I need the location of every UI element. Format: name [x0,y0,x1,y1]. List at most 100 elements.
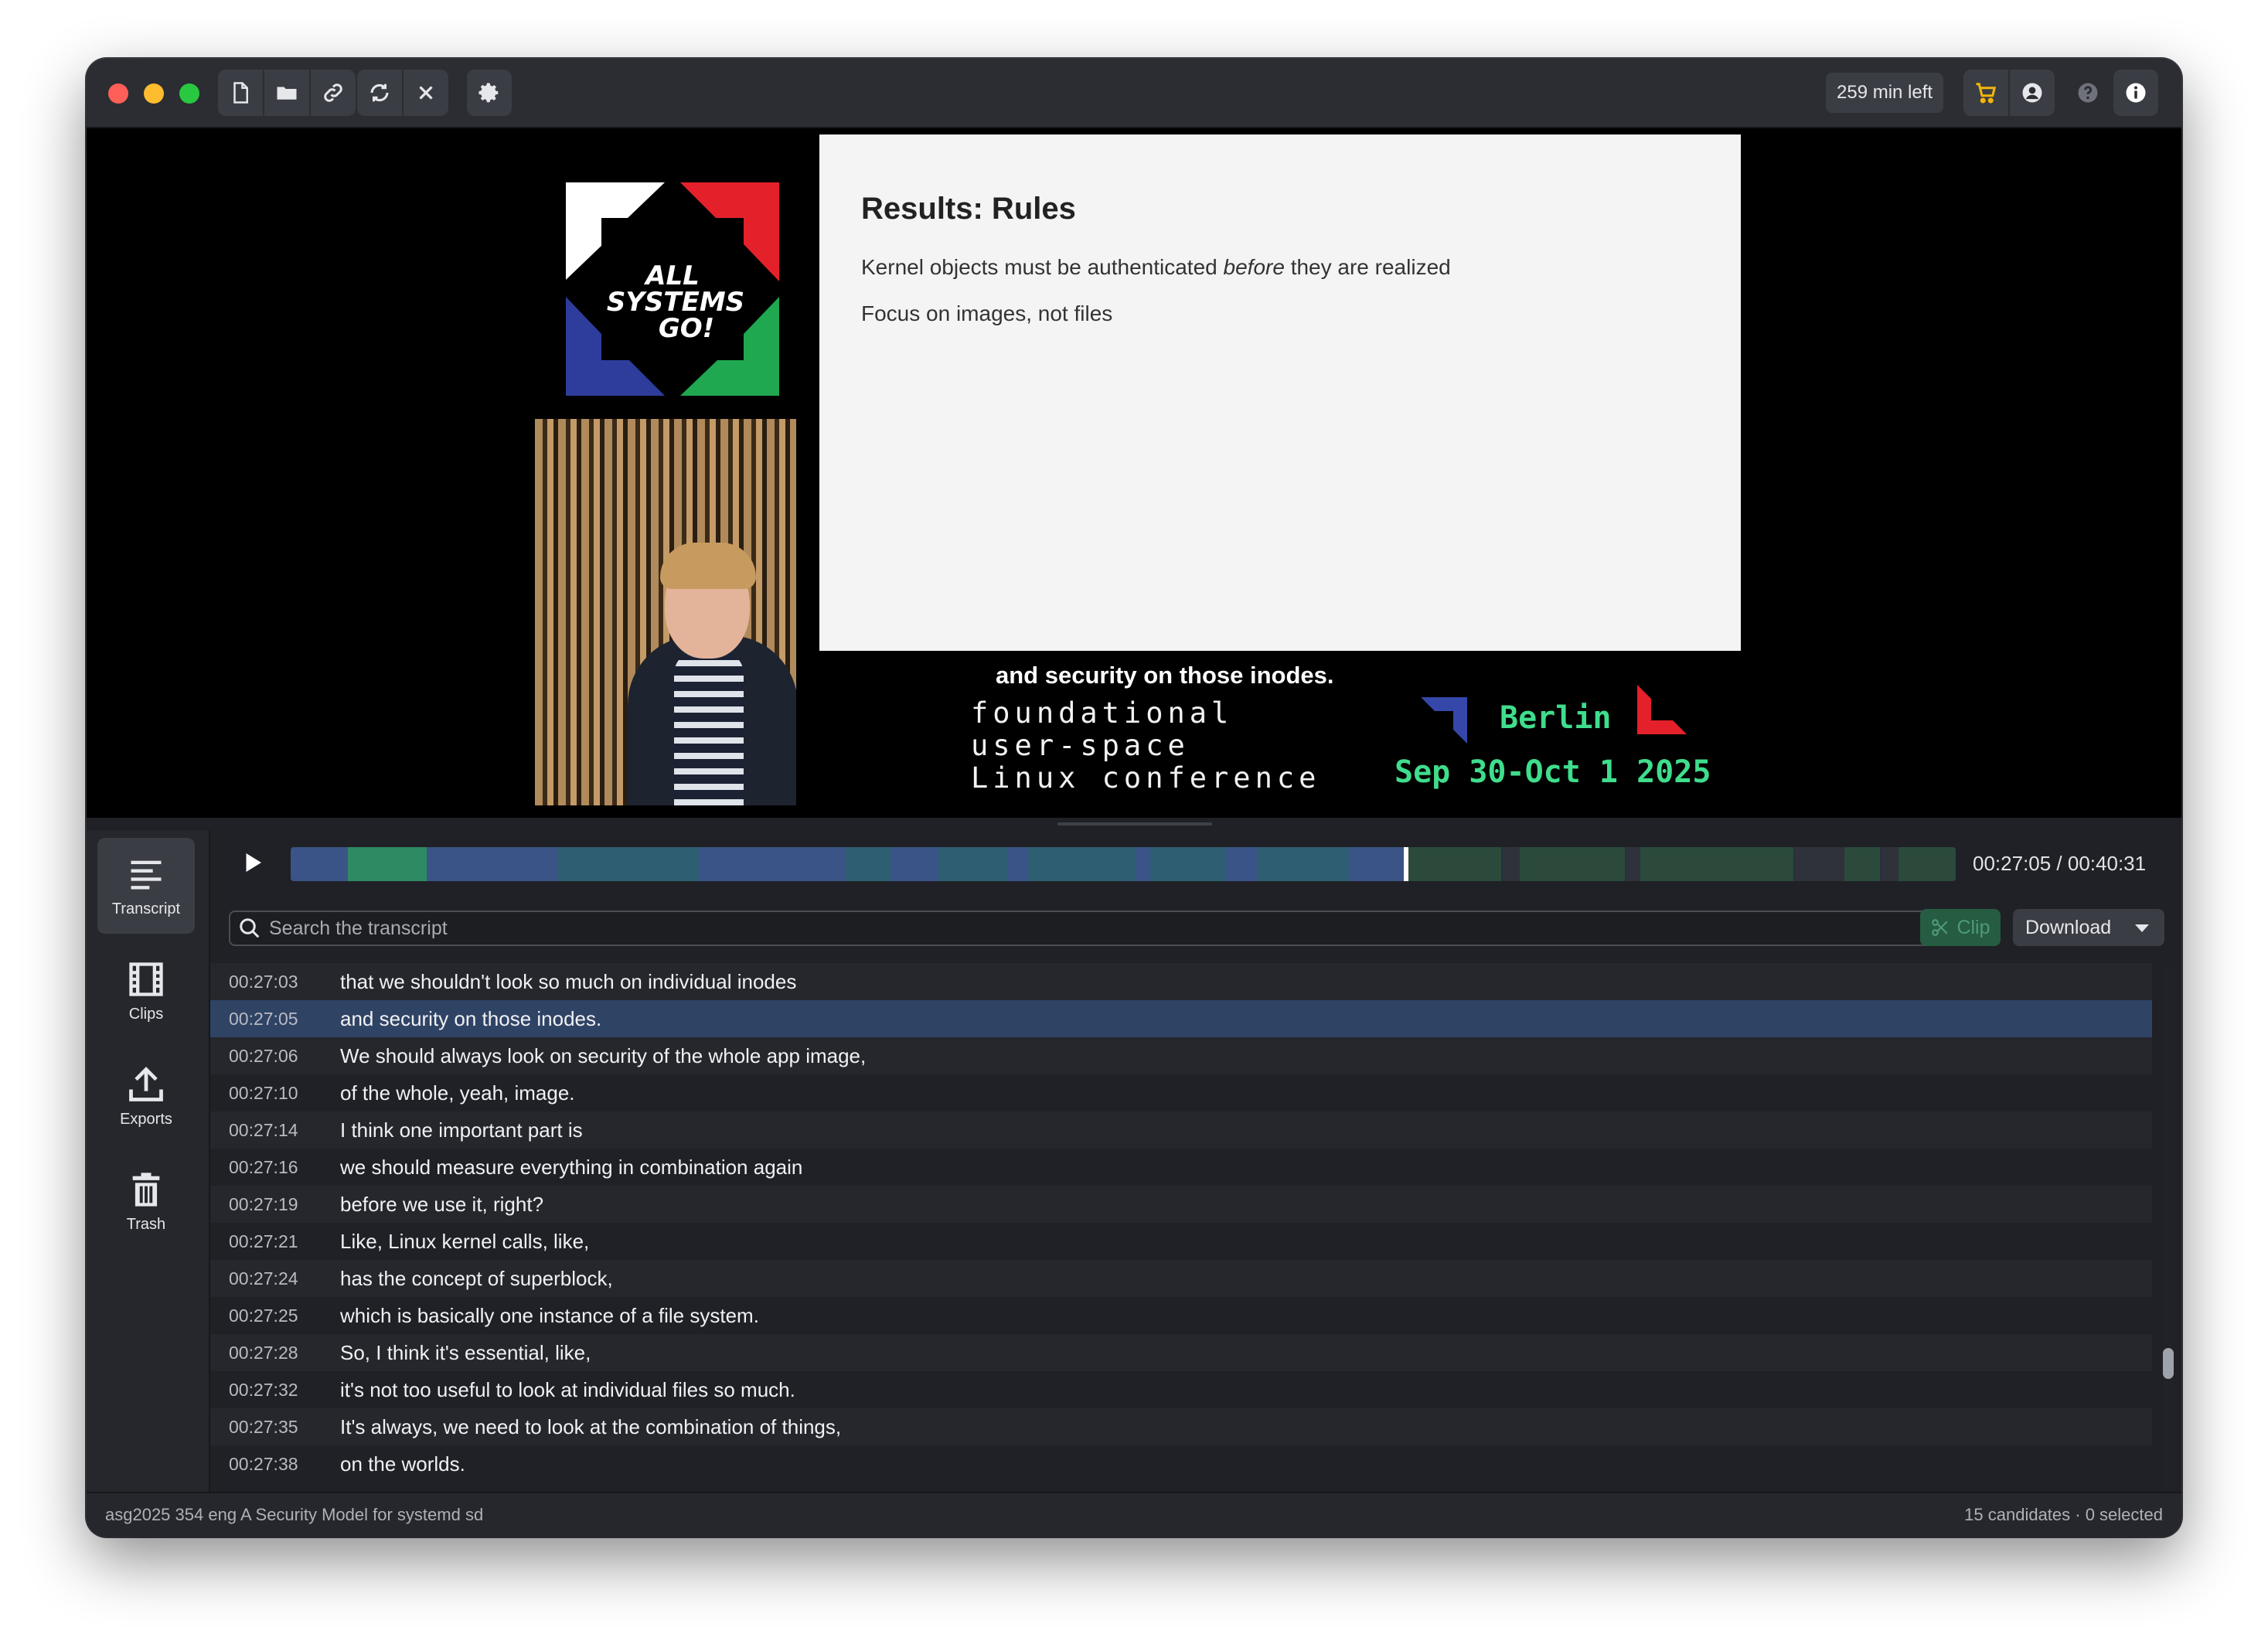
timeline-segment[interactable] [348,847,428,881]
all-systems-go-logo: ALL SYSTEMS GO! [550,167,795,411]
title-bar: 259 min left [87,59,2181,128]
svg-text:GO!: GO! [659,313,714,344]
playhead[interactable] [1404,847,1408,881]
sidebar-item-exports[interactable]: Exports [97,1048,195,1144]
speaker-video [535,419,796,805]
timeline-segment[interactable] [427,847,560,881]
sidebar-item-clips[interactable]: Clips [97,943,195,1039]
transcript-timestamp[interactable]: 00:27:03 [210,972,340,992]
timeline-segment[interactable] [846,847,892,881]
timeline-segment[interactable] [1844,847,1881,881]
transcript-timestamp[interactable]: 00:27:24 [210,1268,340,1289]
close-window-button[interactable] [108,83,128,104]
transcript-row[interactable]: 00:27:28 So, I think it's essential, like… [210,1334,2152,1371]
transcript-row[interactable]: 00:27:06 We should always look on securit… [210,1037,2152,1074]
timeline-segment[interactable] [891,847,940,881]
open-folder-button[interactable] [263,70,309,116]
transcript-row[interactable]: 00:27:38 on the worlds. [210,1445,2152,1482]
transcript-timestamp[interactable]: 00:27:25 [210,1305,340,1326]
timeline-segment[interactable] [1008,847,1030,881]
download-button[interactable]: Download [2013,909,2164,946]
timeline-segment[interactable] [699,847,847,881]
resize-handle[interactable] [1057,822,1212,826]
search-input[interactable] [267,916,1942,941]
transcript-text: that we shouldn't look so much on indivi… [340,969,797,993]
sidebar-item-label: Transcript [111,900,181,917]
timeline-segment[interactable] [1286,847,1351,881]
timeline-segment[interactable] [1350,847,1405,881]
timeline-segment[interactable] [1257,847,1288,881]
transcript-timestamp[interactable]: 00:27:28 [210,1343,340,1363]
scissors-icon [1932,919,1948,936]
transcript-row[interactable]: 00:27:05 and security on those inodes. [210,1000,2152,1037]
new-file-button[interactable] [218,70,263,116]
search-box[interactable] [229,911,1943,946]
clip-button[interactable]: Clip [1920,909,2001,946]
timeline-segment[interactable] [645,847,700,881]
minimize-window-button[interactable] [144,83,164,104]
film-icon [129,962,163,996]
transcript-row[interactable]: 00:27:24 has the concept of superblock, [210,1260,2152,1297]
transcript-timestamp[interactable]: 00:27:06 [210,1046,340,1067]
transcript-list[interactable]: 00:27:03 that we shouldn't look so much o… [210,963,2152,1492]
timeline-segment[interactable] [1088,847,1136,881]
app-window: 259 min left ALL SYSTEMS GO! Results: Ru… [87,59,2181,1537]
transcript-timestamp[interactable]: 00:27:10 [210,1083,340,1104]
user-icon [2022,83,2042,103]
transcript-text: Like, Linux kernel calls, like, [340,1229,590,1253]
transcript-text: of the whole, yeah, image. [340,1081,575,1105]
conference-tagline: foundational user-space Linux conference [971,696,1321,795]
sidebar-item-transcript[interactable]: Transcript [97,838,195,934]
timeline-segment[interactable] [1899,847,1956,881]
gear-icon [478,83,499,103]
timeline-segment[interactable] [1226,847,1258,881]
transcript-timestamp[interactable]: 00:27:14 [210,1120,340,1141]
transcript-timestamp[interactable]: 00:27:19 [210,1194,340,1215]
timeline-segment[interactable] [558,847,646,881]
timeline-scrubber[interactable] [291,847,1956,881]
transcript-timestamp[interactable]: 00:27:05 [210,1009,340,1030]
timeline-segment[interactable] [1408,847,1503,881]
timeline-segment[interactable] [1640,847,1795,881]
sidebar-item-trash[interactable]: Trash [97,1153,195,1249]
help-button[interactable] [2065,70,2110,116]
open-link-button[interactable] [309,70,356,116]
timeline-segment[interactable] [1520,847,1626,881]
cancel-button[interactable] [402,70,448,116]
transcript-row[interactable]: 00:27:35 It's always, we need to look at … [210,1408,2152,1445]
transcript-timestamp[interactable]: 00:27:35 [210,1417,340,1438]
transcript-text: it's not too useful to look at individua… [340,1377,795,1401]
transcript-row[interactable]: 00:27:21 Like, Linux kernel calls, like, [210,1223,2152,1260]
link-icon [324,83,342,102]
zoom-window-button[interactable] [179,83,199,104]
play-button[interactable] [238,849,266,877]
scrollbar-thumb[interactable] [2163,1348,2174,1379]
slide-bullet-1: Kernel objects must be authenticated bef… [861,255,1451,279]
info-icon [2126,83,2146,103]
transcript-row[interactable]: 00:27:19 before we use it, right? [210,1186,2152,1223]
transcript-timestamp[interactable]: 00:27:16 [210,1157,340,1178]
info-button[interactable] [2113,70,2158,116]
transcript-row[interactable]: 00:27:32 it's not too useful to look at i… [210,1371,2152,1408]
timeline-segment[interactable] [1150,847,1228,881]
transcript-timestamp[interactable]: 00:27:38 [210,1454,340,1475]
settings-button[interactable] [467,70,512,116]
transcript-row[interactable]: 00:27:14 I think one important part is [210,1111,2152,1149]
transcript-text: which is basically one instance of a fil… [340,1303,759,1327]
timeline-segment[interactable] [291,847,349,881]
transcript-row[interactable]: 00:27:25 which is basically one instance … [210,1297,2152,1334]
transcript-scrollbar[interactable] [2163,963,2174,1492]
account-button[interactable] [2008,70,2055,116]
video-player[interactable]: ALL SYSTEMS GO! Results: Rules Kernel ob… [87,128,2181,818]
timeline-segment[interactable] [1028,847,1090,881]
transcript-row[interactable]: 00:27:16 we should measure everything in … [210,1149,2152,1186]
transcript-row[interactable]: 00:27:10 of the whole, yeah, image. [210,1074,2152,1111]
transcript-timestamp[interactable]: 00:27:32 [210,1380,340,1401]
refresh-button[interactable] [357,70,402,116]
status-filename: asg2025 354 eng A Security Model for sys… [105,1505,484,1524]
transcript-row[interactable]: 00:27:03 that we shouldn't look so much o… [210,963,2152,1000]
store-button[interactable] [1963,70,2008,116]
transcript-timestamp[interactable]: 00:27:21 [210,1231,340,1252]
timeline-segment[interactable] [938,847,1010,881]
timeline-segment[interactable] [1135,847,1152,881]
